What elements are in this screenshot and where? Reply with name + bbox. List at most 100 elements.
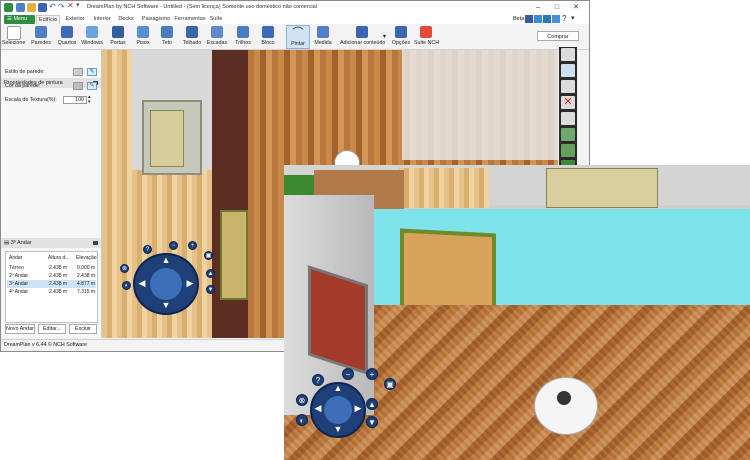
table-row[interactable]: Térreo 2.438 m 0.000 m xyxy=(7,264,96,272)
pan-up-icon[interactable]: ▲ xyxy=(332,383,344,393)
camera-marker-icon[interactable] xyxy=(534,377,598,435)
add-content-button[interactable]: Adicionar conteúdo xyxy=(340,25,385,49)
walls-icon xyxy=(35,26,47,38)
camera-icon[interactable]: ▣ xyxy=(384,378,396,390)
wall-style-picker-icon[interactable]: ✎ xyxy=(87,68,97,76)
wall-color-swatch[interactable] xyxy=(73,82,83,90)
move-up-icon[interactable]: ▲ xyxy=(366,398,378,410)
reset-view-icon[interactable]: ⊗ xyxy=(296,394,308,406)
tab-suite[interactable]: Suíte xyxy=(207,15,225,24)
help-icon[interactable]: ? xyxy=(312,374,324,386)
wall-style-swatch[interactable] xyxy=(73,68,83,76)
pan-left-icon[interactable]: ◀ xyxy=(136,278,148,289)
new-file-icon[interactable] xyxy=(16,3,25,12)
roof-button[interactable]: Telhado xyxy=(181,25,203,49)
cursor-icon xyxy=(7,26,21,40)
floor-icon xyxy=(137,26,149,38)
tab-exterior[interactable]: Exterior xyxy=(61,15,89,24)
windows-button[interactable]: Windows xyxy=(81,25,103,49)
options-button[interactable]: Opções xyxy=(390,25,412,49)
pan-down-icon[interactable]: ▼ xyxy=(332,424,344,434)
app-logo-icon xyxy=(4,3,13,12)
orbit-tool-icon[interactable] xyxy=(561,64,575,77)
hand-tool-icon[interactable] xyxy=(561,48,575,61)
pan-right-icon[interactable]: ▶ xyxy=(184,278,196,289)
table-row-selected[interactable]: 3º Andar 2.438 m 4.877 m xyxy=(7,280,96,288)
close-icon[interactable]: ✕ xyxy=(567,2,585,13)
maximize-icon[interactable]: □ xyxy=(548,2,566,13)
measure-button-label: Medida xyxy=(314,40,332,46)
rooms-button[interactable]: Quartos xyxy=(56,25,78,49)
pan-up-icon[interactable]: ▲ xyxy=(160,255,172,265)
doors-button[interactable]: Portas xyxy=(107,25,129,49)
tab-ferramentas[interactable]: Ferramentas xyxy=(173,15,207,24)
measure-button[interactable]: Medida xyxy=(312,25,334,49)
twitter-icon[interactable] xyxy=(534,15,542,23)
share-icon[interactable] xyxy=(552,15,560,23)
zoom-in-icon[interactable]: + xyxy=(188,241,197,250)
help-icon[interactable]: ? xyxy=(143,245,152,254)
pan-right-icon[interactable]: ▶ xyxy=(352,403,364,414)
pan-down-icon[interactable]: ▼ xyxy=(160,300,172,310)
wall-color-picker-icon[interactable]: ✎ xyxy=(87,82,97,90)
minimize-icon[interactable]: – xyxy=(529,2,547,13)
tab-edificio[interactable]: Edifício xyxy=(36,15,60,24)
table-row[interactable]: 4º Andar 2.438 m 7.315 m xyxy=(7,288,96,296)
reset-view-icon[interactable]: ⊗ xyxy=(120,264,129,273)
facebook-icon[interactable] xyxy=(525,15,533,23)
more-options-icon[interactable]: ▾ xyxy=(571,14,575,22)
add-content-dropdown-icon[interactable]: ▾ xyxy=(383,33,386,40)
pan-center[interactable] xyxy=(324,396,352,424)
move-up-icon[interactable]: ▲ xyxy=(206,269,215,278)
open-file-icon[interactable] xyxy=(27,3,36,12)
floor-name: 4º Andar xyxy=(9,289,29,295)
pin-icon[interactable] xyxy=(93,241,98,245)
delete-icon[interactable]: ✕ xyxy=(67,1,74,10)
nch-suite-button[interactable]: Suite NCH xyxy=(414,25,439,49)
zoom-out-icon[interactable]: − xyxy=(342,368,354,380)
page-tool-icon[interactable] xyxy=(561,112,575,125)
delete-floor-button[interactable]: Excluir xyxy=(69,324,97,334)
buy-button[interactable]: Comprar xyxy=(537,31,579,41)
zoom-out-icon[interactable]: − xyxy=(169,241,178,250)
pan-center[interactable] xyxy=(150,268,182,300)
pool-window xyxy=(400,228,496,314)
pan-left-icon[interactable]: ◀ xyxy=(312,403,324,414)
ceiling-button[interactable]: Teto xyxy=(156,25,178,49)
rotate-icon[interactable]: ◐ xyxy=(122,281,131,290)
camera-icon[interactable]: ▣ xyxy=(204,251,213,260)
floor-height: 2.438 m xyxy=(49,273,68,279)
save-icon[interactable] xyxy=(38,3,47,12)
texture-scale-input[interactable]: 100 xyxy=(63,96,87,104)
terrain-tool-icon[interactable] xyxy=(561,144,575,157)
edit-floor-button[interactable]: Editar... xyxy=(38,324,66,334)
stairs-button[interactable]: Escadas xyxy=(206,25,228,49)
select-button[interactable]: Selecione xyxy=(2,25,25,49)
move-down-icon[interactable]: ▼ xyxy=(206,285,215,294)
walls-button[interactable]: Paredes xyxy=(30,25,52,49)
tab-decks[interactable]: Decks xyxy=(115,15,137,24)
rails-button[interactable]: Trilhos xyxy=(232,25,254,49)
menu-button[interactable]: ☰ Menu xyxy=(4,15,35,24)
wall-style-label: Estilo de parede: xyxy=(5,69,45,75)
plant-tool-icon[interactable] xyxy=(561,128,575,141)
redo-icon[interactable]: ↷ xyxy=(58,2,65,11)
block-button[interactable]: Bloco xyxy=(257,25,279,49)
table-row[interactable]: 2º Andar 2.438 m 2.438 m xyxy=(7,272,96,280)
tab-interior[interactable]: Interior xyxy=(89,15,115,24)
paint-button[interactable]: ⌒ Pintar xyxy=(286,25,310,49)
undo-icon[interactable]: ↶ xyxy=(49,2,56,11)
delete-tool-icon[interactable]: ✕ xyxy=(561,96,575,109)
walk-tool-icon[interactable] xyxy=(561,80,575,93)
new-floor-button[interactable]: Novo Andar xyxy=(5,324,35,334)
move-down-icon[interactable]: ▼ xyxy=(366,416,378,428)
zoom-in-icon[interactable]: + xyxy=(366,368,378,380)
texture-scale-stepper[interactable]: ▴ ▾ xyxy=(88,95,91,105)
quick-access-dropdown-icon[interactable]: ▾ xyxy=(76,1,80,9)
floors-button[interactable]: Pisos xyxy=(132,25,154,49)
floor-elevation: 4.877 m xyxy=(77,281,96,287)
linkedin-icon[interactable] xyxy=(543,15,551,23)
tab-paisagismo[interactable]: Paisagismo xyxy=(139,15,173,24)
rotate-icon[interactable]: ◐ xyxy=(296,414,308,426)
help-icon[interactable]: ? xyxy=(562,14,566,23)
